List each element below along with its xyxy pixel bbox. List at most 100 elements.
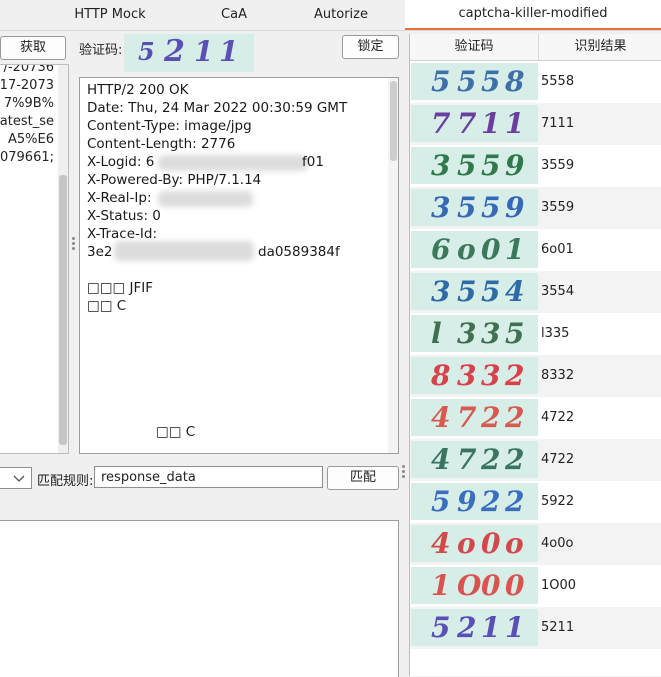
captcha-char: 5 bbox=[457, 65, 477, 98]
response-line: X-Powered-By: PHP/7.1.14 bbox=[87, 172, 262, 188]
captcha-char: 2 bbox=[481, 485, 501, 518]
captcha-char: 2 bbox=[505, 401, 525, 434]
captcha-char: o bbox=[457, 233, 476, 266]
table-row[interactable]: 3 5 5 9 3559 bbox=[410, 145, 661, 187]
response-line-tail: f01 bbox=[302, 154, 324, 170]
captcha-char: 5 bbox=[431, 611, 451, 644]
captcha-char: 4 bbox=[431, 527, 451, 560]
captcha-char: 9 bbox=[457, 485, 477, 518]
results-table[interactable]: 验证码 识别结果 5 5 5 8 5558 7 7 1 1 7111 3 5 5 9 3559 3 5 5 9 355… bbox=[409, 34, 661, 676]
captcha-char: 3 bbox=[457, 359, 477, 392]
request-scrollbar[interactable] bbox=[58, 65, 68, 453]
request-line-fragment: A5%E6 bbox=[7, 132, 54, 147]
tab-caa[interactable]: CaA bbox=[200, 0, 268, 30]
captcha-thumbnail: l335 bbox=[411, 315, 538, 352]
captcha-char: 3 bbox=[457, 317, 477, 350]
match-rule-input[interactable]: response_data bbox=[94, 466, 323, 488]
captcha-char: 2 bbox=[481, 401, 501, 434]
recognition-result: 8332 bbox=[541, 368, 575, 383]
table-row[interactable]: 4 o 0 o 4o0o bbox=[410, 523, 661, 565]
table-row[interactable]: 5 5 5 8 5558 bbox=[410, 61, 661, 103]
recognition-result: 1O00 bbox=[541, 578, 577, 593]
response-scrollbar[interactable] bbox=[388, 78, 398, 453]
captcha-char: 3 bbox=[431, 149, 451, 182]
tab-autorize[interactable]: Autorize bbox=[297, 0, 385, 30]
table-row[interactable]: 6 o 0 1 6o01 bbox=[410, 229, 661, 271]
table-row[interactable]: 5 9 2 2 5922 bbox=[410, 481, 661, 523]
response-viewer[interactable]: HTTP/2 200 OK Date: Thu, 24 Mar 2022 00:… bbox=[79, 77, 399, 454]
output-pane[interactable] bbox=[0, 520, 399, 677]
captcha-thumbnail: 4722 bbox=[411, 399, 538, 436]
request-scrollbar-thumb[interactable] bbox=[59, 175, 67, 445]
tab-http-mock[interactable]: HTTP Mock bbox=[55, 0, 165, 30]
response-body-line: □□□ JFIF bbox=[87, 280, 154, 296]
captcha-char: 3 bbox=[431, 191, 451, 224]
captcha-image: 5 2 1 1 bbox=[124, 34, 254, 72]
response-scrollbar-thumb[interactable] bbox=[390, 81, 397, 161]
captcha-char: 0 bbox=[481, 233, 501, 266]
response-body-line: □□ C bbox=[156, 424, 196, 440]
chevron-down-icon bbox=[13, 475, 25, 482]
fetch-button[interactable]: 获取 bbox=[0, 36, 66, 60]
table-row[interactable]: l 3 3 5 l335 bbox=[410, 313, 661, 355]
response-line-tail: da0589384f bbox=[258, 244, 340, 260]
match-button[interactable]: 匹配 bbox=[327, 466, 399, 490]
captcha-thumbnail: 4o0o bbox=[411, 525, 538, 562]
captcha-thumbnail: 5558 bbox=[411, 63, 538, 100]
table-row[interactable]: 8 3 3 2 8332 bbox=[410, 355, 661, 397]
captcha-char: 1 bbox=[481, 107, 501, 140]
match-rule-label: 匹配规则: bbox=[37, 474, 94, 489]
captcha-char: 1 bbox=[505, 611, 525, 644]
redacted-real-ip bbox=[158, 191, 253, 207]
rule-type-dropdown[interactable] bbox=[0, 467, 32, 489]
table-row[interactable]: 1 O 0 0 1O00 bbox=[410, 565, 661, 607]
captcha-char: o bbox=[457, 527, 476, 560]
captcha-char: 5 bbox=[481, 275, 501, 308]
table-row[interactable]: 4 7 2 2 4722 bbox=[410, 439, 661, 481]
recognition-result: 6o01 bbox=[541, 242, 574, 257]
tab-bar: HTTP Mock CaA Autorize captcha-killer-mo… bbox=[0, 0, 661, 31]
request-line-fragment: /-20736 bbox=[3, 64, 54, 75]
table-row[interactable]: 4 7 2 2 4722 bbox=[410, 397, 661, 439]
request-line-fragment: latest_se bbox=[0, 114, 54, 129]
captcha-char: 1 bbox=[194, 35, 214, 68]
captcha-char: 5 bbox=[431, 65, 451, 98]
captcha-thumbnail: 4722 bbox=[411, 441, 538, 478]
recognition-result: 5211 bbox=[541, 620, 575, 635]
captcha-char: 3 bbox=[481, 317, 501, 350]
recognition-result: 5558 bbox=[541, 74, 575, 89]
captcha-char: 7 bbox=[457, 401, 477, 434]
tab-captcha-killer-modified[interactable]: captcha-killer-modified bbox=[405, 0, 661, 30]
captcha-char: 9 bbox=[505, 149, 525, 182]
captcha-char: 9 bbox=[505, 191, 525, 224]
captcha-char: 6 bbox=[431, 233, 451, 266]
recognition-result: 3559 bbox=[541, 200, 575, 215]
captcha-char: 5 bbox=[481, 149, 501, 182]
captcha-char: 0 bbox=[505, 569, 525, 602]
captcha-char: l bbox=[431, 317, 442, 350]
column-header-result[interactable]: 识别结果 bbox=[539, 34, 661, 60]
lock-button[interactable]: 锁定 bbox=[342, 35, 399, 59]
captcha-char: 2 bbox=[505, 485, 525, 518]
table-row[interactable]: 7 7 1 1 7111 bbox=[410, 103, 661, 145]
response-line: X-Logid: 6 bbox=[87, 154, 155, 170]
redacted-trace-id bbox=[114, 241, 254, 261]
request-line-fragment: 079661; bbox=[0, 150, 54, 165]
captcha-thumbnail: 3559 bbox=[411, 147, 538, 184]
table-row[interactable]: 3 5 5 4 3554 bbox=[410, 271, 661, 313]
table-row[interactable]: 5 2 1 1 5211 bbox=[410, 607, 661, 649]
recognition-result: 4722 bbox=[541, 410, 575, 425]
center-splitter-handle[interactable] bbox=[402, 465, 405, 480]
response-line: X-Status: 0 bbox=[87, 208, 161, 224]
captcha-char: 5 bbox=[457, 275, 477, 308]
captcha-char: 1 bbox=[505, 107, 525, 140]
request-line-fragment: 7%9B% bbox=[3, 96, 54, 111]
column-header-captcha[interactable]: 验证码 bbox=[410, 34, 539, 60]
captcha-char: 2 bbox=[164, 34, 185, 69]
left-splitter-handle[interactable] bbox=[72, 237, 75, 252]
recognition-result: 5922 bbox=[541, 494, 575, 509]
response-body-line: □□ C bbox=[87, 298, 127, 314]
table-row[interactable]: 3 5 5 9 3559 bbox=[410, 187, 661, 229]
request-pane-fragment[interactable]: /-20736 17-2073 7%9B% latest_se A5%E6 079661; bbox=[0, 64, 69, 454]
table-header: 验证码 识别结果 bbox=[410, 34, 661, 61]
